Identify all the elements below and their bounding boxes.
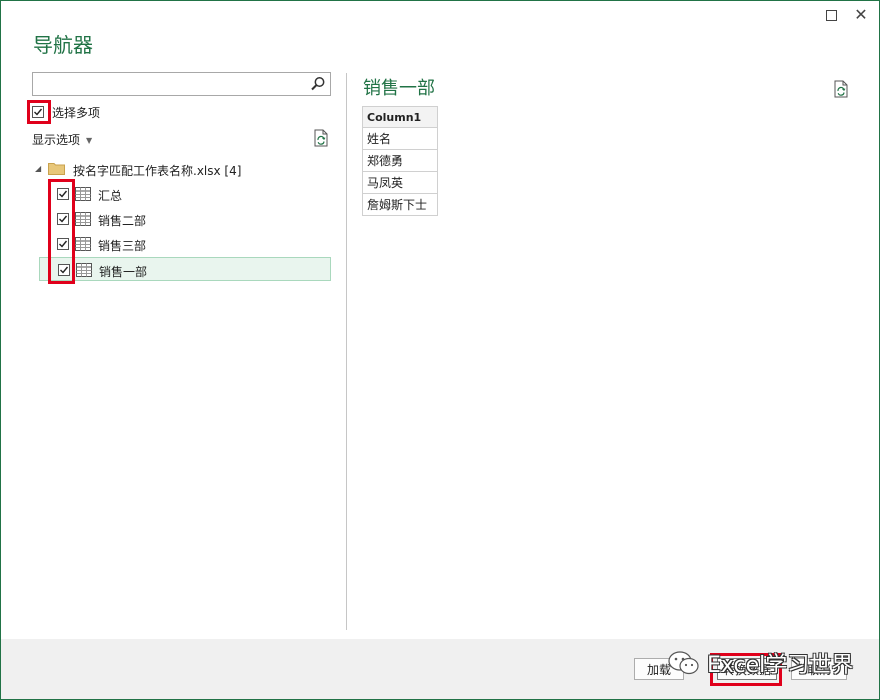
load-button[interactable]: 加载	[634, 658, 684, 680]
tree-item-label: 销售三部	[98, 239, 147, 253]
maximize-icon	[825, 10, 837, 21]
table-icon	[76, 263, 92, 277]
caret-down-icon: ▼	[86, 136, 93, 145]
search-input[interactable]	[33, 74, 311, 94]
highlight-box	[27, 100, 51, 124]
search-box[interactable]	[32, 72, 331, 96]
refresh-icon[interactable]	[833, 80, 849, 98]
table-cell: 马凤英	[362, 171, 438, 194]
table-icon	[75, 187, 91, 201]
table-icon	[75, 237, 91, 251]
tree-item-selected[interactable]: 销售一部	[39, 257, 331, 281]
tree-item-label: 汇总	[98, 189, 123, 203]
table-row: 郑德勇	[362, 149, 438, 172]
preview-title: 销售一部	[363, 78, 435, 99]
close-button[interactable]: ✕	[853, 7, 869, 23]
table-cell: 詹姆斯下士	[362, 193, 438, 216]
tree-item-label: 销售一部	[99, 265, 148, 279]
pane-divider[interactable]	[346, 73, 347, 630]
refresh-icon[interactable]	[313, 129, 329, 147]
column-header[interactable]: Column1	[362, 106, 438, 128]
maximize-button[interactable]	[823, 7, 839, 23]
table-row: 马凤英	[362, 171, 438, 194]
tree-item[interactable]: 汇总	[39, 182, 331, 206]
table-header-row: Column1	[362, 106, 438, 128]
tree-item-label: 销售二部	[98, 214, 147, 228]
collapse-triangle-icon[interactable]: ◢	[35, 164, 41, 173]
highlight-box	[710, 653, 782, 686]
tree-item[interactable]: 销售二部	[39, 207, 331, 231]
search-icon[interactable]	[309, 75, 327, 93]
tree-item[interactable]: 销售三部	[39, 232, 331, 256]
highlight-box	[48, 179, 75, 284]
table-row: 姓名	[362, 127, 438, 150]
preview-table: Column1 姓名 郑德勇 马凤英 詹姆斯下士	[362, 106, 438, 216]
navigator-window: ✕ 导航器 选择多项 显示选项 ▼ ◢ 按名字匹配工作表名称.xlsx [4] …	[0, 0, 880, 700]
window-title: 导航器	[33, 33, 93, 57]
folder-icon	[48, 163, 65, 175]
tree-root-file[interactable]: ◢ 按名字匹配工作表名称.xlsx [4]	[35, 160, 335, 178]
table-icon	[75, 212, 91, 226]
display-options-dropdown[interactable]: 显示选项 ▼	[32, 131, 92, 148]
select-multiple-option[interactable]: 选择多项	[27, 99, 147, 125]
tree-root-label: 按名字匹配工作表名称.xlsx [4]	[73, 164, 242, 178]
table-cell: 姓名	[362, 127, 438, 150]
select-multiple-label: 选择多项	[52, 106, 101, 120]
table-cell: 郑德勇	[362, 149, 438, 172]
cancel-button[interactable]: 取消	[791, 658, 847, 680]
display-options-label: 显示选项	[32, 133, 81, 147]
table-row: 詹姆斯下士	[362, 193, 438, 216]
